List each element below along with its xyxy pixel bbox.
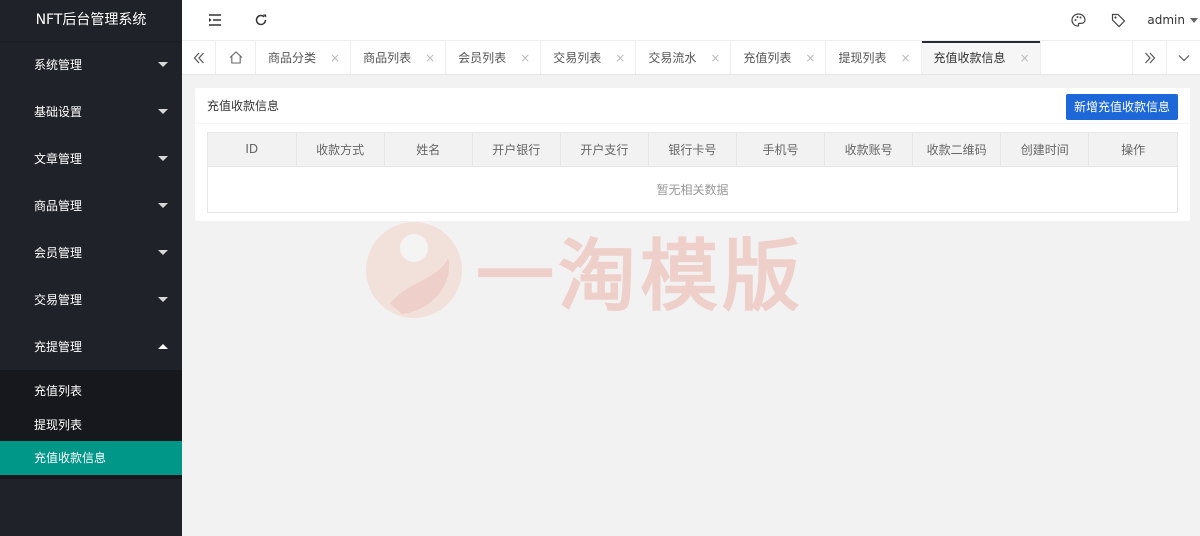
sidebar-item-label: 会员管理 [34, 246, 83, 260]
tab-label: 充值列表 [743, 51, 792, 65]
card-header: 充值收款信息 新增充值收款信息 [195, 88, 1190, 124]
app-logo: NFT后台管理系统 [0, 0, 182, 41]
sidebar-item-label: 商品管理 [34, 199, 83, 213]
table-header-row: ID 收款方式 姓名 开户银行 开户支行 银行卡号 手机号 收款账号 收款二维码… [208, 133, 1177, 166]
sidebar-item-system[interactable]: 系统管理 [0, 41, 182, 88]
refresh-icon[interactable] [250, 9, 272, 31]
caret-down-icon [158, 250, 168, 255]
tab-deposit-list[interactable]: 充值列表 × [731, 41, 827, 74]
tab-label: 会员列表 [458, 51, 507, 65]
sidebar-submenu: 充值列表 提现列表 充值收款信息 [0, 370, 182, 479]
sidebar-item-label: 文章管理 [34, 152, 83, 166]
tab-home[interactable] [216, 41, 256, 74]
column-header-name[interactable]: 姓名 [384, 133, 473, 166]
tab-label: 充值收款信息 [933, 51, 1006, 65]
tab-label: 商品列表 [363, 51, 412, 65]
tabs-bar: 商品分类 × 商品列表 × 会员列表 × 交易列表 × 交易流水 × 充值列表 × 提现列表… [182, 41, 1200, 75]
watermark-text: 一淘模版 [476, 232, 805, 322]
tabs-scroll-right-icon[interactable] [1132, 41, 1166, 74]
sidebar-item-products[interactable]: 商品管理 [0, 182, 182, 229]
tab-label: 交易流水 [648, 51, 697, 65]
caret-down-icon [158, 109, 168, 114]
tabs-dropdown-icon[interactable] [1166, 41, 1200, 74]
theme-palette-icon[interactable] [1067, 9, 1089, 31]
tab-member-list[interactable]: 会员列表 × [446, 41, 542, 74]
tab-product-category[interactable]: 商品分类 × [256, 41, 352, 74]
sidebar-item-basic-settings[interactable]: 基础设置 [0, 88, 182, 135]
column-header-account[interactable]: 收款账号 [824, 133, 914, 166]
close-icon[interactable]: × [615, 51, 625, 65]
tabs-scroll-left-icon[interactable] [182, 41, 216, 74]
caret-up-icon [158, 344, 168, 349]
watermark: 一淘模版 [362, 215, 842, 325]
submenu-item-withdraw-list[interactable]: 提现列表 [0, 408, 182, 442]
sidebar-menu: 系统管理 基础设置 文章管理 商品管理 会员管理 交易管理 充提管理 [0, 41, 182, 370]
column-header-id[interactable]: ID [208, 133, 297, 166]
sidebar: NFT后台管理系统 系统管理 基础设置 文章管理 商品管理 会员管理 交易管理 … [0, 0, 182, 536]
tab-label: 提现列表 [838, 51, 887, 65]
column-header-payment-method[interactable]: 收款方式 [296, 133, 385, 166]
column-header-actions[interactable]: 操作 [1088, 133, 1177, 166]
sidebar-item-deposit-withdraw[interactable]: 充提管理 [0, 323, 182, 370]
sidebar-item-trades[interactable]: 交易管理 [0, 276, 182, 323]
close-icon[interactable]: × [1020, 51, 1030, 65]
caret-down-icon [158, 62, 168, 67]
column-header-qrcode[interactable]: 收款二维码 [912, 133, 1002, 166]
submenu-item-deposit-list[interactable]: 充值列表 [0, 374, 182, 408]
column-header-bank[interactable]: 开户银行 [472, 133, 561, 166]
sidebar-item-label: 基础设置 [34, 105, 83, 119]
sidebar-item-members[interactable]: 会员管理 [0, 229, 182, 276]
menu-fold-icon[interactable] [204, 9, 226, 31]
column-header-created-time[interactable]: 创建时间 [1000, 133, 1090, 166]
caret-down-icon [158, 156, 168, 161]
username: admin [1147, 13, 1185, 27]
caret-down-icon [158, 203, 168, 208]
content-card: 充值收款信息 新增充值收款信息 ID 收款方式 姓名 开户银行 开户支行 银行卡… [195, 88, 1190, 221]
caret-down-icon [1190, 17, 1198, 23]
close-icon[interactable]: × [425, 51, 435, 65]
top-header: admin [182, 0, 1200, 41]
sidebar-item-articles[interactable]: 文章管理 [0, 135, 182, 182]
tab-trade-list[interactable]: 交易列表 × [541, 41, 637, 74]
tab-trade-flow[interactable]: 交易流水 × [636, 41, 732, 74]
empty-state-text: 暂无相关数据 [208, 165, 1177, 212]
close-icon[interactable]: × [710, 51, 720, 65]
empty-row: 暂无相关数据 [208, 165, 1177, 212]
tab-deposit-receipt-info[interactable]: 充值收款信息 × [921, 41, 1041, 74]
close-icon[interactable]: × [330, 51, 340, 65]
close-icon[interactable]: × [805, 51, 815, 65]
tag-icon[interactable] [1107, 9, 1129, 31]
tab-product-list[interactable]: 商品列表 × [351, 41, 447, 74]
column-header-card-number[interactable]: 银行卡号 [648, 133, 737, 166]
watermark-logo-icon [366, 222, 462, 318]
submenu-item-deposit-receipt-info[interactable]: 充值收款信息 [0, 441, 182, 475]
tab-label: 交易列表 [553, 51, 602, 65]
close-icon[interactable]: × [900, 51, 910, 65]
sidebar-item-label: 充提管理 [34, 340, 83, 354]
column-header-phone[interactable]: 手机号 [736, 133, 826, 166]
column-header-branch[interactable]: 开户支行 [560, 133, 649, 166]
home-icon [229, 51, 242, 64]
tab-withdraw-list[interactable]: 提现列表 × [826, 41, 922, 74]
close-icon[interactable]: × [520, 51, 530, 65]
sidebar-item-label: 交易管理 [34, 293, 83, 307]
tab-label: 商品分类 [268, 51, 317, 65]
page-title: 充值收款信息 [207, 99, 280, 113]
user-menu[interactable]: admin [1147, 13, 1198, 27]
sidebar-item-label: 系统管理 [34, 58, 83, 72]
data-table: ID 收款方式 姓名 开户银行 开户支行 银行卡号 手机号 收款账号 收款二维码… [207, 132, 1178, 213]
tabs-spacer [1041, 41, 1132, 74]
add-deposit-receipt-button[interactable]: 新增充值收款信息 [1065, 93, 1178, 120]
caret-down-icon [158, 297, 168, 302]
